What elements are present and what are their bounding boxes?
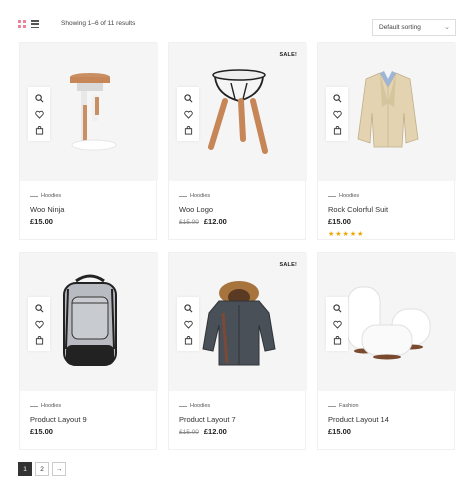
product-actions: [177, 297, 199, 351]
bag-icon[interactable]: [28, 332, 50, 348]
product-category[interactable]: Fashion: [328, 403, 359, 409]
product-category[interactable]: Hoodies: [179, 403, 210, 409]
product-category[interactable]: Hoodies: [30, 403, 61, 409]
product-card[interactable]: Hoodies Woo Ninja £15.00: [19, 42, 158, 240]
sort-select[interactable]: Default sorting ⌄: [372, 19, 456, 36]
sort-select-value: Default sorting: [379, 24, 421, 31]
product-price: £15.00 £12.00: [179, 427, 227, 436]
pagination: 1 2 →: [18, 462, 66, 476]
product-price: £15.00 £12.00: [179, 217, 227, 226]
heart-icon[interactable]: [177, 316, 199, 332]
bag-icon[interactable]: [177, 332, 199, 348]
product-title[interactable]: Product Layout 14: [328, 415, 389, 424]
heart-icon[interactable]: [177, 106, 199, 122]
heart-icon[interactable]: [28, 106, 50, 122]
product-actions: [326, 87, 348, 141]
page-2-button[interactable]: 2: [35, 462, 49, 476]
product-title[interactable]: Product Layout 7: [179, 415, 236, 424]
product-category[interactable]: Hoodies: [30, 193, 61, 199]
product-card[interactable]: Hoodies Rock Colorful Suit £15.00 ★★★★★: [317, 42, 456, 240]
search-icon[interactable]: [28, 300, 50, 316]
chevron-down-icon: ⌄: [444, 24, 450, 31]
product-title[interactable]: Woo Ninja: [30, 205, 64, 214]
product-title[interactable]: Woo Logo: [179, 205, 213, 214]
product-card[interactable]: Hoodies Product Layout 9 £15.00: [19, 252, 158, 450]
bag-icon[interactable]: [177, 122, 199, 138]
search-icon[interactable]: [177, 90, 199, 106]
list-view-icon[interactable]: [31, 20, 39, 28]
product-category[interactable]: Hoodies: [179, 193, 210, 199]
product-price: £15.00: [328, 427, 351, 436]
bag-icon[interactable]: [326, 332, 348, 348]
search-icon[interactable]: [326, 90, 348, 106]
product-price: £15.00: [328, 217, 351, 226]
old-price: £15.00: [179, 219, 199, 226]
search-icon[interactable]: [326, 300, 348, 316]
search-icon[interactable]: [177, 300, 199, 316]
page-1-button[interactable]: 1: [18, 462, 32, 476]
star-rating: ★★★★★: [328, 231, 365, 238]
bag-icon[interactable]: [326, 122, 348, 138]
product-card[interactable]: Fashion Product Layout 14 £15.00: [317, 252, 456, 450]
sale-badge: SALE!: [279, 262, 297, 268]
product-actions: [28, 87, 50, 141]
product-actions: [326, 297, 348, 351]
next-page-button[interactable]: →: [52, 462, 66, 476]
product-actions: [28, 297, 50, 351]
product-title[interactable]: Rock Colorful Suit: [328, 205, 388, 214]
product-title[interactable]: Product Layout 9: [30, 415, 87, 424]
old-price: £15.00: [179, 429, 199, 436]
product-category[interactable]: Hoodies: [328, 193, 359, 199]
product-card[interactable]: SALE! Hoodies Woo Logo £15.00 £12.00: [168, 42, 307, 240]
product-card[interactable]: SALE! Hoodies Product Layout 7 £15.00 £12…: [168, 252, 307, 450]
heart-icon[interactable]: [326, 106, 348, 122]
grid-view-icon[interactable]: [18, 20, 26, 28]
heart-icon[interactable]: [28, 316, 50, 332]
product-price: £15.00: [30, 427, 53, 436]
shop-toolbar: Showing 1–6 of 11 results Default sortin…: [0, 0, 474, 45]
product-price: £15.00: [30, 217, 53, 226]
product-actions: [177, 87, 199, 141]
bag-icon[interactable]: [28, 122, 50, 138]
heart-icon[interactable]: [326, 316, 348, 332]
result-count: Showing 1–6 of 11 results: [61, 20, 136, 27]
search-icon[interactable]: [28, 90, 50, 106]
sale-badge: SALE!: [279, 52, 297, 58]
